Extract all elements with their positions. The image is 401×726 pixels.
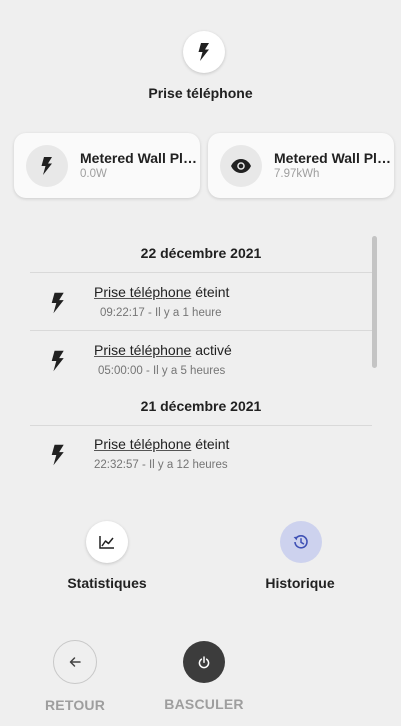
history-entry-text: Prise téléphone éteint [94,284,229,300]
divider [30,272,372,273]
back-button[interactable] [53,640,97,684]
flash-icon [198,43,209,61]
history-date-header: 21 décembre 2021 [140,398,262,414]
history-time: 05:00:00 - Il y a 5 heures [98,365,226,377]
history-entry-text: Prise téléphone éteint [94,436,229,452]
arrow-left-icon [69,657,81,667]
power-icon [198,655,210,668]
history-list[interactable]: 22 décembre 2021 Prise téléphone éteint … [30,236,372,484]
card-value: 0.0W [80,168,107,180]
flash-icon [51,292,64,314]
history-state: activé [195,342,232,358]
flash-icon [51,444,64,466]
statistics-button[interactable] [86,521,128,563]
flash-icon [41,157,52,175]
back-label[interactable]: RETOUR [15,697,135,713]
sensor-card-kwh[interactable]: Metered Wall Plug Switch: Electric Consu… [208,133,394,198]
history-date-header: 22 décembre 2021 [140,245,262,261]
history-label[interactable]: Historique [240,575,360,591]
entity-link[interactable]: Prise téléphone [94,436,191,452]
history-entry: Prise téléphone éteint 22:32:57 - Il y a… [30,434,372,484]
history-scrollbar[interactable] [372,236,377,368]
toggle-button[interactable] [183,641,225,683]
sensor-card-watts[interactable]: Metered Wall Plug Switch: Electric Consu… [14,133,200,198]
history-time: 09:22:17 - Il y a 1 heure [100,307,222,319]
chart-line-icon [99,536,114,549]
history-entry-text: Prise téléphone activé [94,342,232,358]
history-state: éteint [195,436,230,452]
entity-title: Prise téléphone [148,85,253,101]
eye-icon [231,159,251,173]
divider [30,425,372,426]
divider [30,330,372,331]
entity-icon [183,31,225,73]
history-time: 22:32:57 - Il y a 12 heures [94,459,228,471]
card-icon [220,145,262,187]
card-name: Metered Wall Plug Switch: Electric Consu… [274,150,392,166]
entity-link[interactable]: Prise téléphone [94,284,191,300]
statistics-label[interactable]: Statistiques [47,575,167,591]
history-entry: Prise téléphone éteint 09:22:17 - Il y a… [30,282,372,332]
flash-icon [51,350,64,372]
card-icon [26,145,68,187]
history-button[interactable] [280,521,322,563]
toggle-label[interactable]: BASCULER [144,696,264,712]
card-name: Metered Wall Plug Switch: Electric Consu… [80,150,198,166]
entity-link[interactable]: Prise téléphone [94,342,191,358]
card-value: 7.97kWh [274,168,320,180]
history-state: éteint [195,284,230,300]
history-entry: Prise téléphone activé 05:00:00 - Il y a… [30,340,372,390]
history-icon [293,535,308,549]
